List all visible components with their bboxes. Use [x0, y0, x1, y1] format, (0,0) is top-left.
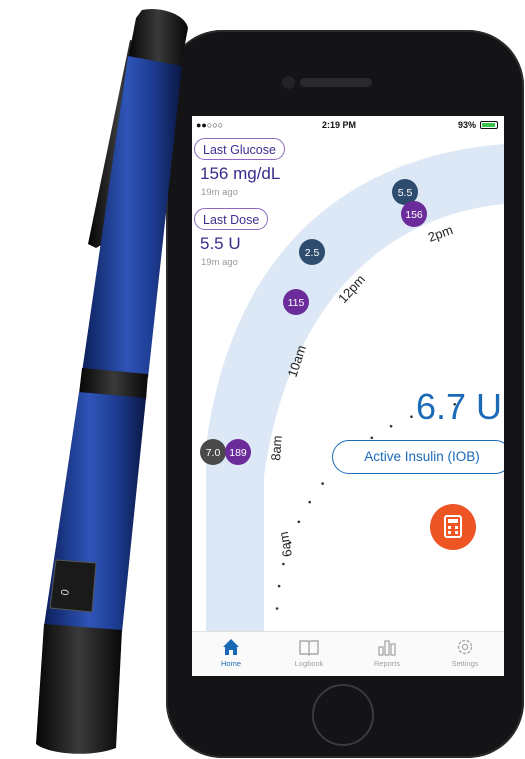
- product-photo: 2pm 12pm 10am 8am 6am 5.5 156 2.5 115 7.…: [0, 0, 525, 759]
- insulin-pen: 0: [36, 8, 188, 754]
- pen-dose-knob: [36, 624, 122, 754]
- dose-window: [49, 559, 97, 613]
